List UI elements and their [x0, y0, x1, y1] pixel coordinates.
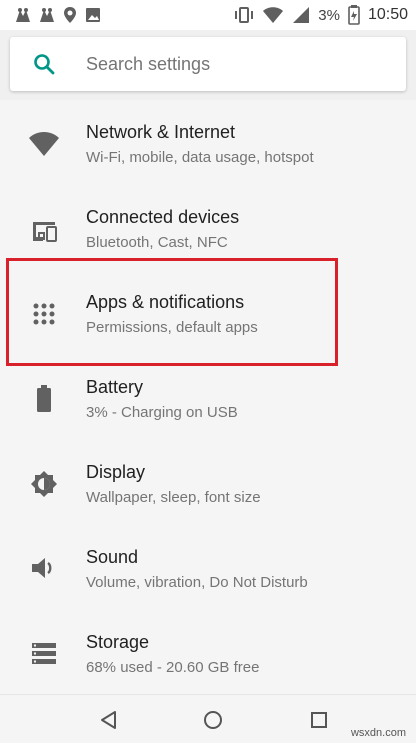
status-bar-notifications: [14, 6, 102, 24]
status-bar-system: 3% 10:50: [234, 5, 408, 25]
settings-item-title: Apps & notifications: [86, 292, 245, 312]
settings-item-subtitle: Bluetooth, Cast, NFC: [86, 234, 228, 251]
notification-icon: [16, 8, 30, 22]
location-pin-icon: [64, 7, 76, 23]
settings-item-network[interactable]: Network & Internet Wi-Fi, mobile, data u…: [0, 100, 416, 185]
notification-icon: [40, 8, 54, 22]
clock: 10:50: [367, 6, 408, 23]
apps-grid-icon: [28, 298, 60, 330]
battery-percent: 3%: [318, 6, 340, 24]
settings-item-subtitle: Permissions, default apps: [86, 319, 258, 336]
battery-icon: [28, 383, 60, 415]
vibrate-icon: [235, 7, 254, 23]
settings-item-storage[interactable]: Storage 68% used - 20.60 GB free: [0, 610, 416, 695]
settings-item-battery[interactable]: Battery 3% - Charging on USB: [0, 355, 416, 440]
search-input[interactable]: Search settings: [86, 54, 210, 75]
search-bar[interactable]: Search settings: [10, 37, 406, 91]
watermark: wsxdn.com: [350, 727, 406, 739]
recents-icon[interactable]: [308, 709, 330, 731]
settings-item-subtitle: Wallpaper, sleep, font size: [86, 489, 261, 506]
settings-item-title: Network & Internet: [86, 122, 236, 142]
settings-item-display[interactable]: Display Wallpaper, sleep, font size: [0, 440, 416, 525]
signal-icon: [293, 7, 310, 23]
settings-item-subtitle: 3% - Charging on USB: [86, 404, 238, 421]
wifi-icon: [263, 7, 284, 23]
settings-item-subtitle: Wi-Fi, mobile, data usage, hotspot: [86, 149, 314, 166]
navigation-bar: wsxdn.com: [0, 694, 416, 743]
status-bar: 3% 10:50: [0, 0, 416, 30]
settings-item-title: Battery: [86, 377, 144, 397]
settings-item-title: Display: [86, 462, 146, 482]
storage-icon: [28, 637, 60, 669]
search-icon[interactable]: [32, 52, 56, 76]
settings-item-title: Sound: [86, 547, 139, 567]
brightness-icon: [28, 468, 60, 500]
volume-icon: [28, 552, 60, 584]
settings-item-title: Connected devices: [86, 207, 240, 227]
devices-icon: [28, 215, 60, 247]
home-icon[interactable]: [202, 709, 224, 731]
settings-list: Network & Internet Wi-Fi, mobile, data u…: [0, 100, 416, 694]
wifi-icon: [28, 128, 60, 160]
settings-item-connected-devices[interactable]: Connected devices Bluetooth, Cast, NFC: [0, 185, 416, 270]
search-area: Search settings: [0, 30, 416, 102]
settings-item-title: Storage: [86, 632, 150, 652]
settings-item-apps-notifications[interactable]: Apps & notifications Permissions, defaul…: [0, 270, 416, 355]
image-icon: [86, 8, 100, 22]
back-icon[interactable]: [98, 709, 120, 731]
settings-item-sound[interactable]: Sound Volume, vibration, Do Not Disturb: [0, 525, 416, 610]
settings-item-subtitle: 68% used - 20.60 GB free: [86, 659, 260, 676]
settings-item-subtitle: Volume, vibration, Do Not Disturb: [86, 574, 308, 591]
battery-icon: [348, 5, 360, 25]
